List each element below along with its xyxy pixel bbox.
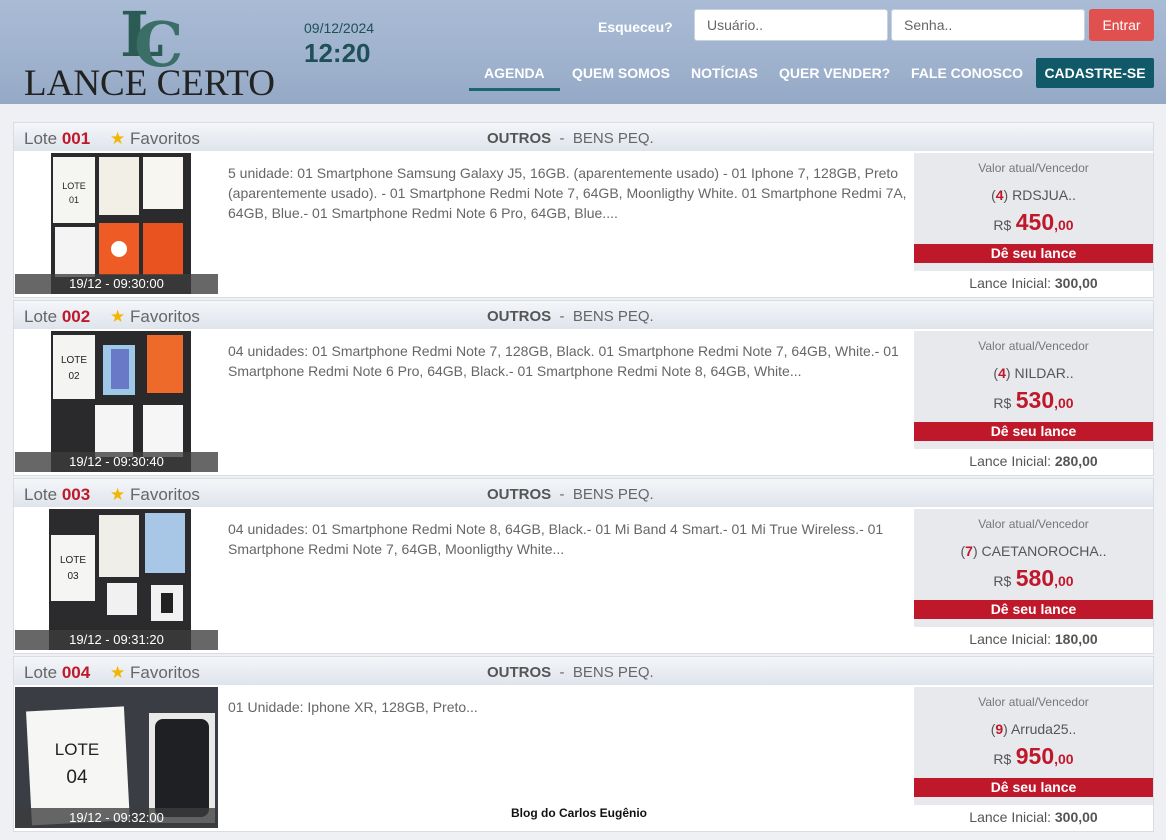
lot-header: Lote 004 ★ Favoritos OUTROS - BENS PEQ. (14, 657, 1153, 685)
svg-text:LOTE: LOTE (61, 355, 87, 366)
initial-bid: Lance Inicial: 300,00 (914, 805, 1153, 829)
place-bid-button[interactable]: Dê seu lance (914, 422, 1153, 441)
lot-category: OUTROS - BENS PEQ. (487, 130, 654, 147)
current-price: R$ 450,00 (993, 209, 1074, 235)
lance-certo-logo[interactable]: LC LANCE CERTO (22, 4, 282, 105)
star-icon: ★ (110, 129, 126, 148)
current-price: R$ 580,00 (993, 565, 1074, 591)
lot-photo[interactable]: LOTE 04 19/12 - 09:32:00 (15, 687, 218, 828)
lot-card: Lote 001 ★ Favoritos OUTROS - BENS PEQ. … (13, 122, 1154, 298)
svg-text:LOTE: LOTE (55, 740, 99, 759)
current-winner: (7) CAETANOROCHA.. (960, 543, 1107, 559)
lot-number[interactable]: Lote 002 (24, 307, 90, 327)
place-bid-button[interactable]: Dê seu lance (914, 244, 1153, 263)
svg-text:04: 04 (66, 767, 88, 788)
initial-bid: Lance Inicial: 280,00 (914, 449, 1153, 473)
nav-fale-conosco[interactable]: FALE CONOSCO (911, 58, 1023, 88)
bid-panel: Valor atual/Vencedor (9) Arruda25.. R$ 9… (914, 687, 1153, 829)
star-icon: ★ (110, 307, 126, 326)
login-button[interactable]: Entrar (1089, 9, 1154, 41)
favorite-toggle[interactable]: ★ Favoritos (110, 129, 200, 149)
svg-text:LOTE: LOTE (60, 555, 86, 566)
svg-text:01: 01 (69, 195, 79, 205)
forgot-password-link[interactable]: Esqueceu? (598, 19, 673, 35)
lot-category: OUTROS - BENS PEQ. (487, 308, 654, 325)
auction-timestamp: 19/12 - 09:30:00 (15, 274, 218, 294)
place-bid-button[interactable]: Dê seu lance (914, 778, 1153, 797)
svg-text:03: 03 (67, 571, 79, 582)
favorite-toggle[interactable]: ★ Favoritos (110, 663, 200, 683)
nav-agenda[interactable]: AGENDA (469, 58, 560, 91)
current-winner: (4) NILDAR.. (993, 365, 1074, 381)
star-icon: ★ (110, 485, 126, 504)
bid-panel: Valor atual/Vencedor (4) NILDAR.. R$ 530… (914, 331, 1153, 473)
auction-timestamp: 19/12 - 09:31:20 (15, 630, 218, 650)
lot-header: Lote 002 ★ Favoritos OUTROS - BENS PEQ. (14, 301, 1153, 329)
lot-number[interactable]: Lote 003 (24, 485, 90, 505)
star-icon: ★ (110, 663, 126, 682)
svg-text:02: 02 (68, 371, 80, 382)
username-input[interactable] (694, 9, 888, 41)
current-price: R$ 530,00 (993, 387, 1074, 413)
logo-wordmark: LANCE CERTO (24, 63, 275, 104)
svg-text:LOTE: LOTE (62, 181, 86, 191)
site-header: LC LANCE CERTO 09/12/2024 12:20 Esqueceu… (0, 0, 1166, 104)
favorite-toggle[interactable]: ★ Favoritos (110, 307, 200, 327)
lot-description[interactable]: 01 Unidade: Iphone XR, 128GB, Preto... (228, 697, 914, 717)
lot-card: Lote 003 ★ Favoritos OUTROS - BENS PEQ. … (13, 478, 1154, 654)
nav-noticias[interactable]: NOTÍCIAS (691, 58, 758, 88)
lot-description[interactable]: 04 unidades: 01 Smartphone Redmi Note 7,… (228, 341, 914, 381)
current-winner: (9) Arruda25.. (990, 721, 1077, 737)
initial-bid: Lance Inicial: 300,00 (914, 271, 1153, 295)
lot-card: Lote 002 ★ Favoritos OUTROS - BENS PEQ. … (13, 300, 1154, 476)
current-time: 12:20 (304, 38, 371, 68)
auction-timestamp: 19/12 - 09:32:00 (15, 808, 218, 828)
lot-number[interactable]: Lote 001 (24, 129, 90, 149)
lot-photo[interactable]: LOTE 03 19/12 - 09:31:20 (15, 509, 218, 650)
lot-number[interactable]: Lote 004 (24, 663, 90, 683)
lot-header: Lote 003 ★ Favoritos OUTROS - BENS PEQ. (14, 479, 1153, 507)
lot-category: OUTROS - BENS PEQ. (487, 664, 654, 681)
auction-timestamp: 19/12 - 09:30:40 (15, 452, 218, 472)
lot-photo[interactable]: LOTE 02 19/12 - 09:30:40 (15, 331, 218, 472)
clock: 09/12/2024 12:20 (304, 20, 374, 69)
lot-photo[interactable]: LOTE 01 19/12 - 09:30:00 (15, 153, 218, 294)
password-input[interactable] (891, 9, 1085, 41)
current-winner: (4) RDSJUA.. (991, 187, 1076, 203)
signup-button[interactable]: CADASTRE-SE (1036, 58, 1154, 88)
nav-quem-somos[interactable]: QUEM SOMOS (572, 58, 670, 88)
lot-header: Lote 001 ★ Favoritos OUTROS - BENS PEQ. (14, 123, 1153, 151)
watermark-text: Blog do Carlos Eugênio (511, 806, 648, 820)
bid-panel: Valor atual/Vencedor (7) CAETANOROCHA.. … (914, 509, 1153, 651)
lot-category: OUTROS - BENS PEQ. (487, 486, 654, 503)
current-value-label: Valor atual/Vencedor (978, 339, 1089, 353)
current-price: R$ 950,00 (993, 743, 1074, 769)
current-date: 09/12/2024 (304, 20, 375, 36)
current-value-label: Valor atual/Vencedor (978, 161, 1089, 175)
initial-bid: Lance Inicial: 180,00 (914, 627, 1153, 651)
nav-quer-vender[interactable]: QUER VENDER? (779, 58, 890, 88)
current-value-label: Valor atual/Vencedor (978, 695, 1089, 709)
place-bid-button[interactable]: Dê seu lance (914, 600, 1153, 619)
lot-description[interactable]: 04 unidades: 01 Smartphone Redmi Note 8,… (228, 519, 914, 559)
current-value-label: Valor atual/Vencedor (978, 517, 1089, 531)
bid-panel: Valor atual/Vencedor (4) RDSJUA.. R$ 450… (914, 153, 1153, 295)
favorite-toggle[interactable]: ★ Favoritos (110, 485, 200, 505)
lot-description[interactable]: 5 unidade: 01 Smartphone Samsung Galaxy … (228, 163, 914, 223)
